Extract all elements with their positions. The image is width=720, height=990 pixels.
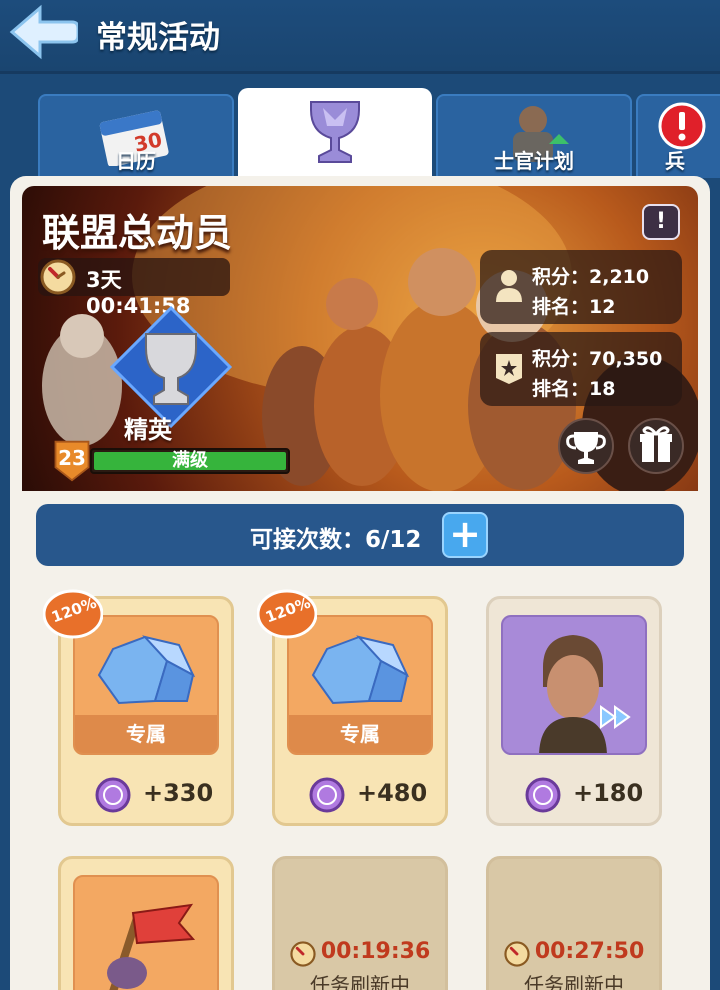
task-count-bar: 可接次数：6/12 + — [36, 504, 684, 566]
flag-hand-icon — [103, 903, 196, 990]
level-progress-bar: 满级 — [90, 448, 290, 474]
refresh-timer-row: 00:27:50 — [489, 939, 659, 967]
refresh-countdown: 00:19:36 — [320, 939, 431, 964]
purple-coin-icon — [525, 777, 561, 813]
reward-value: +480 — [357, 779, 428, 807]
task-card-2[interactable]: 专属 120% +480 — [257, 589, 448, 826]
gift-icon — [640, 426, 672, 462]
ranking-button[interactable] — [558, 418, 614, 474]
tab-soldier[interactable]: 兵 — [636, 94, 720, 178]
task-card-4-art — [73, 875, 219, 990]
top-bar: 常规活动 — [0, 0, 720, 74]
purple-coin-icon — [95, 777, 131, 813]
trophy-icon — [566, 432, 606, 464]
rank-name: 精英 — [124, 416, 172, 444]
alliance-score-line: 积分：70,350 — [532, 344, 662, 371]
level-status: 满级 — [172, 450, 208, 471]
task-card-4[interactable] — [58, 856, 234, 990]
task-card-5: 00:19:36 任务刷新中 — [272, 856, 448, 990]
clock-icon — [290, 940, 316, 967]
person-icon — [496, 270, 522, 302]
alliance-banner-icon — [496, 354, 522, 384]
page-title: 常规活动 — [96, 20, 220, 56]
tab-bar: 30 日历 士官计划 兵 — [0, 88, 720, 180]
alliance-score-box: 积分：70,350 排名：18 — [480, 332, 682, 406]
reward-value: +330 — [143, 779, 214, 807]
rewards-button[interactable] — [628, 418, 684, 474]
back-arrow-icon[interactable] — [8, 4, 78, 60]
refresh-countdown: 00:27:50 — [534, 939, 645, 964]
add-count-button[interactable]: + — [442, 512, 488, 558]
event-title: 联盟总动员 — [42, 211, 233, 255]
event-banner: 联盟总动员 ! 3天 00:41:58 精英 23 满级 积分：2,210 排名… — [22, 186, 698, 491]
personal-score-line: 积分：2,210 — [532, 262, 649, 289]
exclusive-tag: 专属 — [289, 715, 431, 753]
soldier-portrait-icon — [539, 635, 631, 753]
task-count-label: 可接次数：6/12 — [250, 527, 422, 553]
trophy-icon — [310, 101, 360, 163]
tab-calendar-label: 日历 — [116, 149, 156, 173]
refresh-status: 任务刷新中 — [310, 973, 410, 990]
reward-value: +180 — [573, 779, 644, 807]
refresh-status: 任务刷新中 — [524, 973, 624, 990]
alliance-rank-value: 18 — [589, 378, 616, 400]
alliance-rank-line: 排名：18 — [532, 374, 615, 401]
task-card-6: 00:27:50 任务刷新中 — [486, 856, 662, 990]
tab-officer-plan-label: 士官计划 — [494, 149, 574, 173]
alliance-score-value: 70,350 — [589, 348, 663, 370]
task-card-3-art — [501, 615, 647, 755]
alliance-score-label: 积分： — [532, 348, 590, 370]
level-number: 23 — [58, 446, 86, 470]
alliance-rank-label: 排名： — [532, 378, 590, 400]
event-timer: 3天 00:41:58 — [38, 258, 230, 318]
personal-rank-line: 排名：12 — [532, 292, 615, 319]
tab-officer-plan[interactable]: 士官计划 — [436, 94, 632, 178]
clock-icon — [504, 940, 530, 967]
refresh-timer-row: 00:19:36 — [275, 939, 445, 967]
clock-icon — [40, 259, 76, 295]
personal-rank-value: 12 — [589, 296, 616, 318]
task-card-3[interactable]: +180 — [486, 596, 662, 826]
personal-score-value: 2,210 — [589, 266, 650, 288]
reward-row: +330 — [61, 775, 231, 815]
reward-row: +180 — [489, 775, 659, 815]
purple-coin-icon — [309, 777, 345, 813]
personal-score-label: 积分： — [532, 266, 590, 288]
personal-score-box: 积分：2,210 排名：12 — [480, 250, 682, 324]
tab-calendar[interactable]: 30 日历 — [38, 94, 234, 178]
reward-row: +480 — [275, 775, 445, 815]
tab-trophy[interactable] — [238, 88, 432, 180]
tab-soldier-label: 兵 — [665, 149, 685, 173]
task-card-1[interactable]: 专属 120% +330 — [43, 589, 234, 826]
exclusive-tag: 专属 — [75, 715, 217, 753]
info-button[interactable]: ! — [642, 204, 680, 240]
personal-rank-label: 排名： — [532, 296, 590, 318]
